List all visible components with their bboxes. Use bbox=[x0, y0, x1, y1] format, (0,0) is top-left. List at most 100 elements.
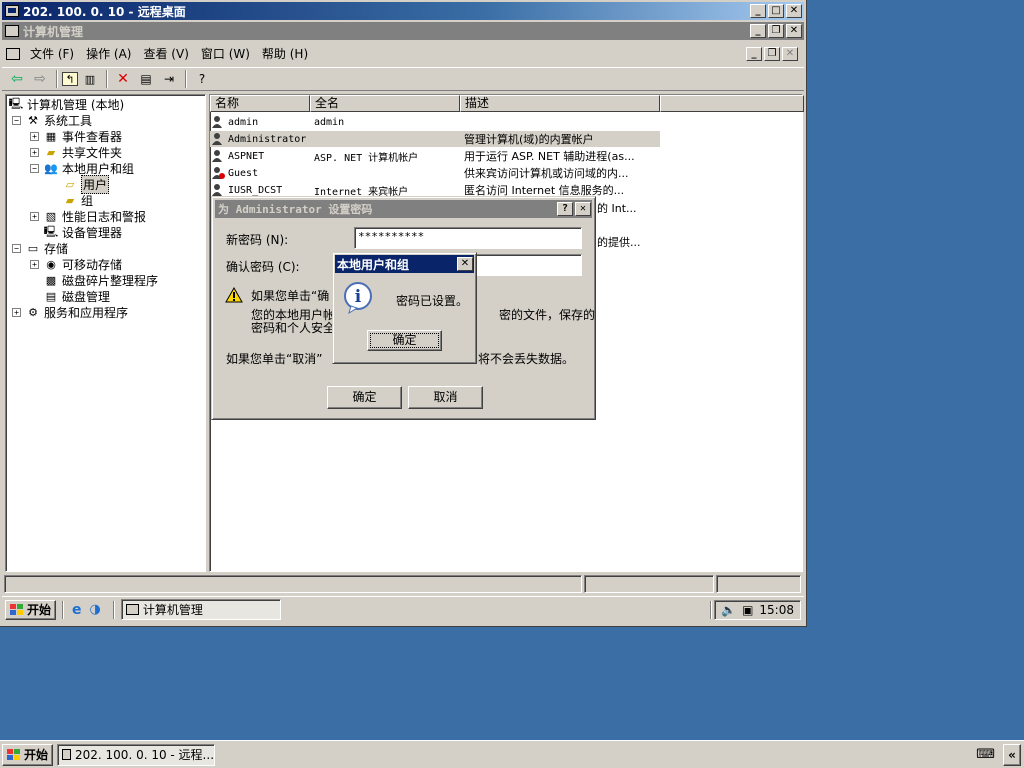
column-header-description[interactable]: 描述 bbox=[460, 95, 660, 112]
delete-icon[interactable]: ✕ bbox=[112, 69, 134, 89]
remote-desktop-titlebar[interactable]: 202. 100. 0. 10 - 远程桌面 _ □ ✕ bbox=[2, 2, 804, 20]
disabled-user-icon bbox=[210, 166, 226, 180]
tree-item-disk-management[interactable]: ▤ 磁盘管理 bbox=[43, 288, 110, 304]
cancel-button[interactable]: 取消 bbox=[408, 386, 483, 409]
expand-icon[interactable]: + bbox=[12, 307, 21, 317]
menu-window[interactable]: 窗口 (W) bbox=[195, 45, 256, 63]
warning-text-line2-tail: 密的文件，保存的 bbox=[499, 308, 596, 322]
list-item[interactable]: Administrator 管理计算机(域)的内置帐户 bbox=[210, 131, 660, 147]
user-icon bbox=[210, 149, 226, 163]
mdi-close-button[interactable]: ✕ bbox=[782, 47, 798, 61]
tree-item-event-viewer[interactable]: + ▦ 事件查看器 bbox=[30, 128, 122, 144]
open-folder-icon: ▱ bbox=[65, 177, 75, 191]
console-tree: 🖳 计算机管理 (本地) − ⚒ 系统工具 + ▦ 事件查看器 + ▰ 共享文件… bbox=[5, 94, 206, 572]
ie-icon[interactable]: e bbox=[72, 602, 82, 618]
tree-item-removable-storage[interactable]: + ◉ 可移动存储 bbox=[30, 256, 122, 272]
tree-item-system-tools[interactable]: − ⚒ 系统工具 bbox=[12, 112, 92, 128]
defrag-icon: ▩ bbox=[45, 273, 57, 287]
expand-icon[interactable]: + bbox=[30, 147, 39, 157]
cancel-note-tail: 将不会丢失数据。 bbox=[478, 352, 575, 366]
ok-button[interactable]: 确定 bbox=[327, 386, 402, 409]
tree-item-groups[interactable]: ▰ 组 bbox=[62, 192, 93, 208]
taskbar-task-computer-management[interactable]: 计算机管理 bbox=[120, 599, 281, 620]
set-password-titlebar[interactable]: 为 Administrator 设置密码 ? ✕ bbox=[215, 200, 592, 218]
tree-item-storage[interactable]: − ▭ 存储 bbox=[12, 240, 68, 256]
menu-action[interactable]: 操作 (A) bbox=[80, 45, 137, 63]
help-icon[interactable]: ? bbox=[191, 69, 213, 89]
user-icon bbox=[210, 115, 226, 129]
expand-icon[interactable]: + bbox=[30, 211, 39, 221]
user-icon bbox=[210, 132, 226, 146]
maximize-button[interactable]: □ bbox=[768, 4, 784, 18]
start-button[interactable]: 开始 bbox=[2, 743, 54, 766]
list-item[interactable]: ASPNET ASP. NET 计算机帐户 用于运行 ASP. NET 辅助进程… bbox=[210, 148, 660, 164]
close-button[interactable]: ✕ bbox=[786, 4, 802, 18]
mdi-restore-button[interactable]: ❐ bbox=[764, 47, 780, 61]
mmc-titlebar[interactable]: 计算机管理 _ ❐ ✕ bbox=[2, 22, 804, 40]
mdi-minimize-button[interactable]: _ bbox=[746, 47, 762, 61]
column-header-name[interactable]: 名称 bbox=[210, 95, 310, 112]
new-password-field[interactable]: ********** bbox=[354, 227, 582, 249]
remote-desktop-title: 202. 100. 0. 10 - 远程桌面 bbox=[23, 4, 186, 19]
tree-item-root[interactable]: 🖳 计算机管理 (本地) bbox=[8, 96, 125, 112]
system-tray: 🔈 ▣ 15:08 bbox=[714, 599, 801, 620]
export-list-icon[interactable]: ⇥ bbox=[158, 69, 180, 89]
disk-management-icon: ▤ bbox=[45, 289, 57, 303]
status-cell bbox=[4, 575, 582, 593]
collapse-icon[interactable]: − bbox=[12, 243, 21, 253]
volume-icon[interactable]: 🔈 bbox=[721, 603, 736, 617]
windows-logo-icon bbox=[10, 604, 23, 615]
taskbar-task-remote-desktop[interactable]: 202. 100. 0. 10 - 远程... bbox=[57, 743, 216, 766]
menu-view[interactable]: 查看 (V) bbox=[137, 45, 194, 63]
message-text: 密码已设置。 bbox=[396, 294, 469, 308]
list-partial-desc: 的 Int... bbox=[597, 202, 637, 215]
menu-help[interactable]: 帮助 (H) bbox=[256, 45, 314, 63]
remote-taskbar: 开始 e ◑ 计算机管理 🔈 ▣ 15:08 bbox=[2, 596, 804, 622]
properties-icon[interactable]: ▤ bbox=[135, 69, 157, 89]
show-tray-chevron-icon[interactable]: « bbox=[1003, 743, 1021, 766]
message-box-titlebar[interactable]: 本地用户和组 ✕ bbox=[335, 255, 474, 273]
tree-item-services-apps[interactable]: + ⚙ 服务和应用程序 bbox=[12, 304, 128, 320]
list-item[interactable]: admin admin bbox=[210, 114, 660, 130]
expand-icon[interactable]: + bbox=[30, 259, 39, 269]
keyboard-icon[interactable]: ⌨ bbox=[976, 747, 995, 762]
tools-icon: ⚒ bbox=[28, 113, 38, 127]
user-icon bbox=[210, 183, 226, 197]
column-header-fullname[interactable]: 全名 bbox=[310, 95, 460, 112]
tree-item-defrag[interactable]: ▩ 磁盘碎片整理程序 bbox=[43, 272, 158, 288]
menu-file[interactable]: 文件 (F) bbox=[24, 45, 80, 63]
tree-item-shared-folders[interactable]: + ▰ 共享文件夹 bbox=[30, 144, 122, 160]
mmc-close-button[interactable]: ✕ bbox=[786, 24, 802, 38]
close-button[interactable]: ✕ bbox=[457, 257, 473, 271]
close-button[interactable]: ✕ bbox=[575, 202, 591, 216]
column-header-blank bbox=[660, 95, 804, 112]
mmc-restore-button[interactable]: ❐ bbox=[768, 24, 784, 38]
list-item[interactable]: Guest 供来宾访问计算机或访问域的内... bbox=[210, 165, 660, 181]
tree-item-users[interactable]: ▱ 用户 bbox=[62, 174, 110, 194]
status-bar bbox=[4, 575, 803, 593]
minimize-button[interactable]: _ bbox=[750, 4, 766, 18]
users-groups-icon: 👥 bbox=[44, 161, 58, 175]
network-icon[interactable]: ▣ bbox=[742, 603, 753, 617]
status-cell bbox=[584, 575, 714, 593]
collapse-icon[interactable]: − bbox=[12, 115, 21, 125]
expand-icon[interactable]: + bbox=[30, 131, 39, 141]
folder-icon: ▰ bbox=[65, 193, 75, 207]
up-level-icon[interactable]: ↰ bbox=[62, 72, 78, 86]
confirm-password-label: 确认密码 (C): bbox=[226, 260, 300, 274]
help-button[interactable]: ? bbox=[557, 202, 573, 216]
collapse-icon[interactable]: − bbox=[30, 163, 39, 173]
outlook-icon[interactable]: ◑ bbox=[90, 602, 101, 617]
toolbar: ⇦ ⇨ ↰ ▥ ✕ ▤ ⇥ ? bbox=[2, 67, 804, 91]
forward-icon[interactable]: ⇨ bbox=[29, 69, 51, 89]
event-viewer-icon: ▦ bbox=[45, 129, 57, 143]
remote-start-button[interactable]: 开始 bbox=[5, 599, 57, 620]
back-icon[interactable]: ⇦ bbox=[6, 69, 28, 89]
message-ok-button[interactable]: 确定 bbox=[367, 330, 442, 351]
mmc-minimize-button[interactable]: _ bbox=[750, 24, 766, 38]
list-header: 名称 全名 描述 bbox=[210, 95, 804, 112]
warning-text-line1: 如果您单击“确 bbox=[251, 289, 330, 303]
mmc-menu-icon[interactable] bbox=[6, 48, 20, 60]
tree-item-device-manager[interactable]: 🖳 设备管理器 bbox=[43, 224, 122, 240]
show-hide-tree-icon[interactable]: ▥ bbox=[79, 69, 101, 89]
